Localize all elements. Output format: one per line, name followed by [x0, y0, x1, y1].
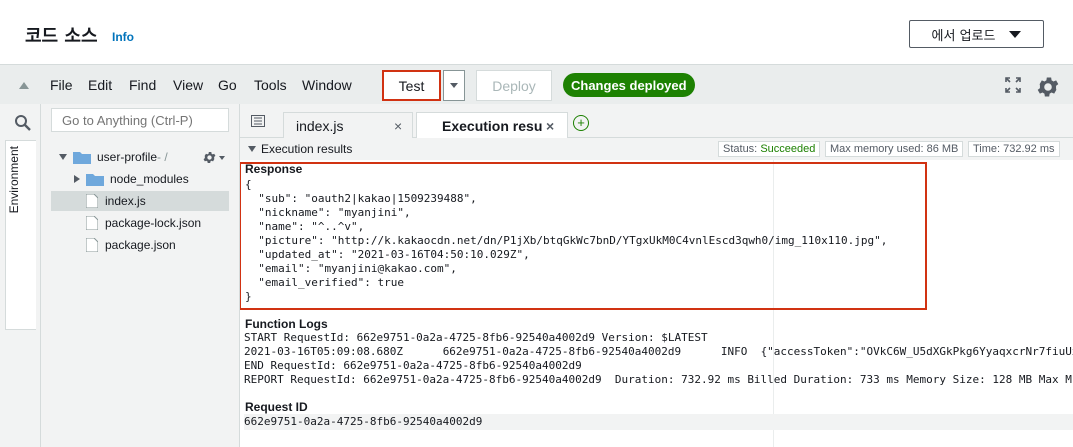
tree-item-label: package.json: [105, 238, 176, 252]
tab-index-js[interactable]: index.js ×: [283, 112, 413, 138]
menu-file[interactable]: File: [50, 77, 73, 93]
collapse-arrow-icon[interactable]: [19, 82, 29, 89]
response-line: "sub": "oauth2|kakao|1509239488",: [245, 192, 477, 205]
tab-label: index.js: [296, 117, 344, 134]
request-id-title: Request ID: [245, 400, 308, 414]
execution-results-content: Response { "sub": "oauth2|kakao|15092394…: [240, 160, 1073, 447]
log-line: 2021-03-16T05:09:08.680Z 662e9751-0a2a-4…: [244, 345, 1073, 358]
tab-label: Execution results: [442, 117, 542, 134]
tree-item-path: - /: [157, 150, 168, 164]
menu-tools[interactable]: Tools: [254, 77, 287, 93]
page-title: 코드 소스: [25, 26, 98, 47]
tree-item-label: package-lock.json: [105, 216, 202, 230]
status-pill: Status: Succeeded: [718, 141, 821, 157]
page-header: 코드 소스 Info 에서 업로드: [0, 0, 1073, 64]
results-title-label: Execution results: [261, 142, 353, 156]
editor-tabbar: index.js × Execution results × +: [240, 104, 1073, 138]
fullscreen-icon[interactable]: [1004, 76, 1022, 94]
time-pill: Time: 732.92 ms: [968, 141, 1060, 157]
gear-icon[interactable]: [202, 150, 217, 165]
tab-execution-results[interactable]: Execution results ×: [416, 112, 568, 138]
environment-tab-label: Environment: [7, 146, 21, 214]
deploy-button[interactable]: Deploy: [476, 70, 552, 101]
upload-from-button[interactable]: 에서 업로드: [909, 20, 1044, 48]
expand-arrow-icon[interactable]: [74, 175, 80, 183]
file-icon: [86, 216, 98, 230]
goto-anything-input[interactable]: [51, 108, 229, 132]
log-line: END RequestId: 662e9751-0a2a-4725-8fb6-9…: [244, 359, 582, 372]
response-line: }: [245, 290, 252, 303]
status-badge: Changes deployed: [563, 73, 695, 97]
response-line: "picture": "http://k.kakaocdn.net/dn/P1j…: [245, 234, 888, 247]
folder-icon: [73, 152, 91, 164]
tree-item-file[interactable]: package.json: [86, 238, 176, 252]
tree-item-label: user-profile: [97, 150, 158, 164]
add-tab-icon[interactable]: +: [573, 115, 589, 131]
folder-icon: [86, 174, 104, 186]
response-line: "email_verified": true: [245, 276, 404, 289]
request-id-value[interactable]: 662e9751-0a2a-4725-8fb6-92540a4002d9: [244, 415, 482, 428]
close-icon[interactable]: ×: [546, 118, 554, 134]
file-icon: [86, 238, 98, 252]
expand-arrow-icon[interactable]: [59, 154, 67, 160]
menu-go[interactable]: Go: [218, 77, 237, 93]
editor-menubar: File Edit Find View Go Tools Window Test…: [0, 64, 1073, 104]
status-label: Status:: [723, 143, 758, 155]
test-dropdown-button[interactable]: [443, 70, 465, 101]
menu-window[interactable]: Window: [302, 77, 352, 93]
file-tree-panel: user-profile - / node_modules index.js p…: [41, 104, 240, 447]
menu-edit[interactable]: Edit: [88, 77, 112, 93]
response-line: "name": "^..^v",: [245, 220, 365, 233]
tree-item-folder[interactable]: node_modules: [74, 172, 189, 186]
memory-pill: Max memory used: 86 MB: [825, 141, 964, 157]
left-rail: Environment: [0, 104, 41, 447]
log-line: REPORT RequestId: 662e9751-0a2a-4725-8fb…: [244, 373, 1072, 386]
panel-toggle-icon[interactable]: [251, 115, 265, 127]
function-logs-title: Function Logs: [245, 317, 328, 331]
upload-button-label: 에서 업로드: [931, 28, 996, 44]
collapse-icon[interactable]: [248, 146, 256, 152]
response-line: "nickname": "myanjini",: [245, 206, 411, 219]
tree-item-label: index.js: [105, 194, 146, 208]
response-line: "email": "myanjini@kakao.com",: [245, 262, 457, 275]
response-line: "updated_at": "2021-03-16T04:50:10.029Z"…: [245, 248, 530, 261]
test-button[interactable]: Test: [382, 70, 441, 101]
menu-view[interactable]: View: [173, 77, 203, 93]
tree-item-file[interactable]: package-lock.json: [86, 216, 201, 230]
search-icon[interactable]: [14, 114, 32, 132]
caret-down-icon: [450, 83, 458, 88]
menu-find[interactable]: Find: [129, 77, 156, 93]
results-title[interactable]: Execution results: [248, 142, 352, 156]
execution-results-header: Execution results Status: Succeeded Max …: [240, 138, 1073, 160]
response-line: {: [245, 178, 252, 191]
caret-down-icon: [1009, 30, 1022, 38]
log-line: START RequestId: 662e9751-0a2a-4725-8fb6…: [244, 331, 708, 344]
tree-item-root[interactable]: user-profile - /: [59, 150, 168, 164]
tree-item-label: node_modules: [110, 172, 189, 186]
info-link[interactable]: Info: [112, 30, 134, 44]
gear-icon[interactable]: [1035, 74, 1061, 100]
chevron-down-icon[interactable]: [219, 156, 225, 160]
close-icon[interactable]: ×: [394, 118, 402, 134]
tree-item-file[interactable]: index.js: [86, 194, 146, 208]
file-icon: [86, 194, 98, 208]
status-value: Succeeded: [760, 143, 816, 155]
